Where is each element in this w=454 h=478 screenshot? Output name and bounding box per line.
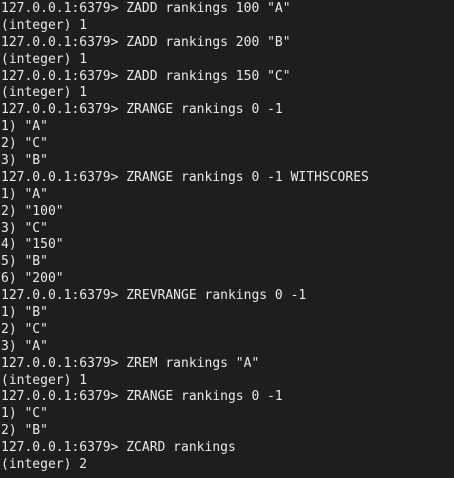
- output-line: 2) "100": [1, 203, 64, 219]
- command-line: 127.0.0.1:6379> ZRANGE rankings 0 -1: [1, 102, 283, 118]
- command-line: 127.0.0.1:6379> ZRANGE rankings 0 -1: [1, 389, 283, 405]
- output-line: (integer) 1: [1, 372, 88, 388]
- output-line: 3) "C": [1, 220, 48, 236]
- command-line: 127.0.0.1:6379> ZCARD rankings: [1, 440, 236, 456]
- output-line: (integer) 1: [1, 85, 88, 101]
- command-line: 127.0.0.1:6379> ZREM rankings "A": [1, 355, 260, 371]
- output-line: 3) "A": [1, 338, 48, 354]
- output-line: 1) "C": [1, 406, 48, 422]
- command-line: 127.0.0.1:6379> ZREVRANGE rankings 0 -1: [1, 288, 307, 304]
- output-line: 1) "A": [1, 119, 48, 135]
- output-line: (integer) 2: [1, 457, 88, 473]
- output-line: 2) "C": [1, 321, 48, 337]
- output-line: (integer) 1: [1, 17, 88, 33]
- output-line: 5) "B": [1, 254, 48, 270]
- command-line: 127.0.0.1:6379> ZADD rankings 200 "B": [1, 34, 291, 50]
- command-line: 127.0.0.1:6379> ZRANGE rankings 0 -1 WIT…: [1, 169, 369, 185]
- command-line: 127.0.0.1:6379> ZADD rankings 100 "A": [1, 1, 291, 16]
- output-line: 4) "150": [1, 237, 64, 253]
- output-line: 6) "200": [1, 271, 64, 287]
- output-line: 1) "A": [1, 186, 48, 202]
- output-line: 2) "C": [1, 136, 48, 152]
- terminal-window[interactable]: 127.0.0.1:6379> ZADD rankings 100 "A" (i…: [0, 0, 454, 478]
- output-line: 1) "B": [1, 305, 48, 321]
- command-line: 127.0.0.1:6379> ZADD rankings 150 "C": [1, 68, 291, 84]
- output-line: 2) "B": [1, 423, 48, 439]
- output-line: 3) "B": [1, 153, 48, 169]
- output-line: (integer) 1: [1, 51, 88, 67]
